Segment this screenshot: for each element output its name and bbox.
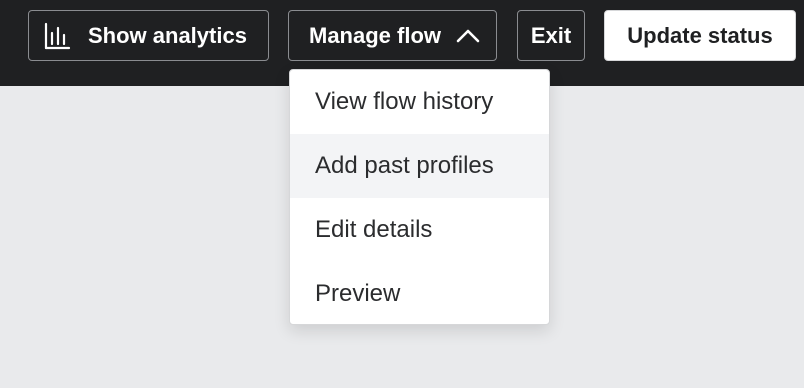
menu-item-edit-details[interactable]: Edit details [290,198,549,262]
menu-item-label: View flow history [315,88,494,115]
show-analytics-button[interactable]: Show analytics [28,10,269,61]
manage-flow-button[interactable]: Manage flow [288,10,497,61]
menu-item-preview[interactable]: Preview [290,262,549,324]
exit-label: Exit [530,22,572,48]
bar-chart-icon [43,22,71,50]
update-status-button[interactable]: Update status [604,10,796,61]
menu-item-label: Preview [315,280,401,307]
show-analytics-label: Show analytics [88,22,247,48]
chevron-up-icon [455,28,481,44]
menu-item-add-past-profiles[interactable]: Add past profiles [290,134,549,198]
manage-flow-menu: View flow history Add past profiles Edit… [289,69,550,325]
manage-flow-label: Manage flow [309,22,442,48]
update-status-label: Update status [627,22,773,48]
menu-item-view-flow-history[interactable]: View flow history [290,70,549,134]
menu-item-label: Edit details [315,216,433,243]
exit-button[interactable]: Exit [517,10,585,61]
menu-item-label: Add past profiles [315,152,494,179]
